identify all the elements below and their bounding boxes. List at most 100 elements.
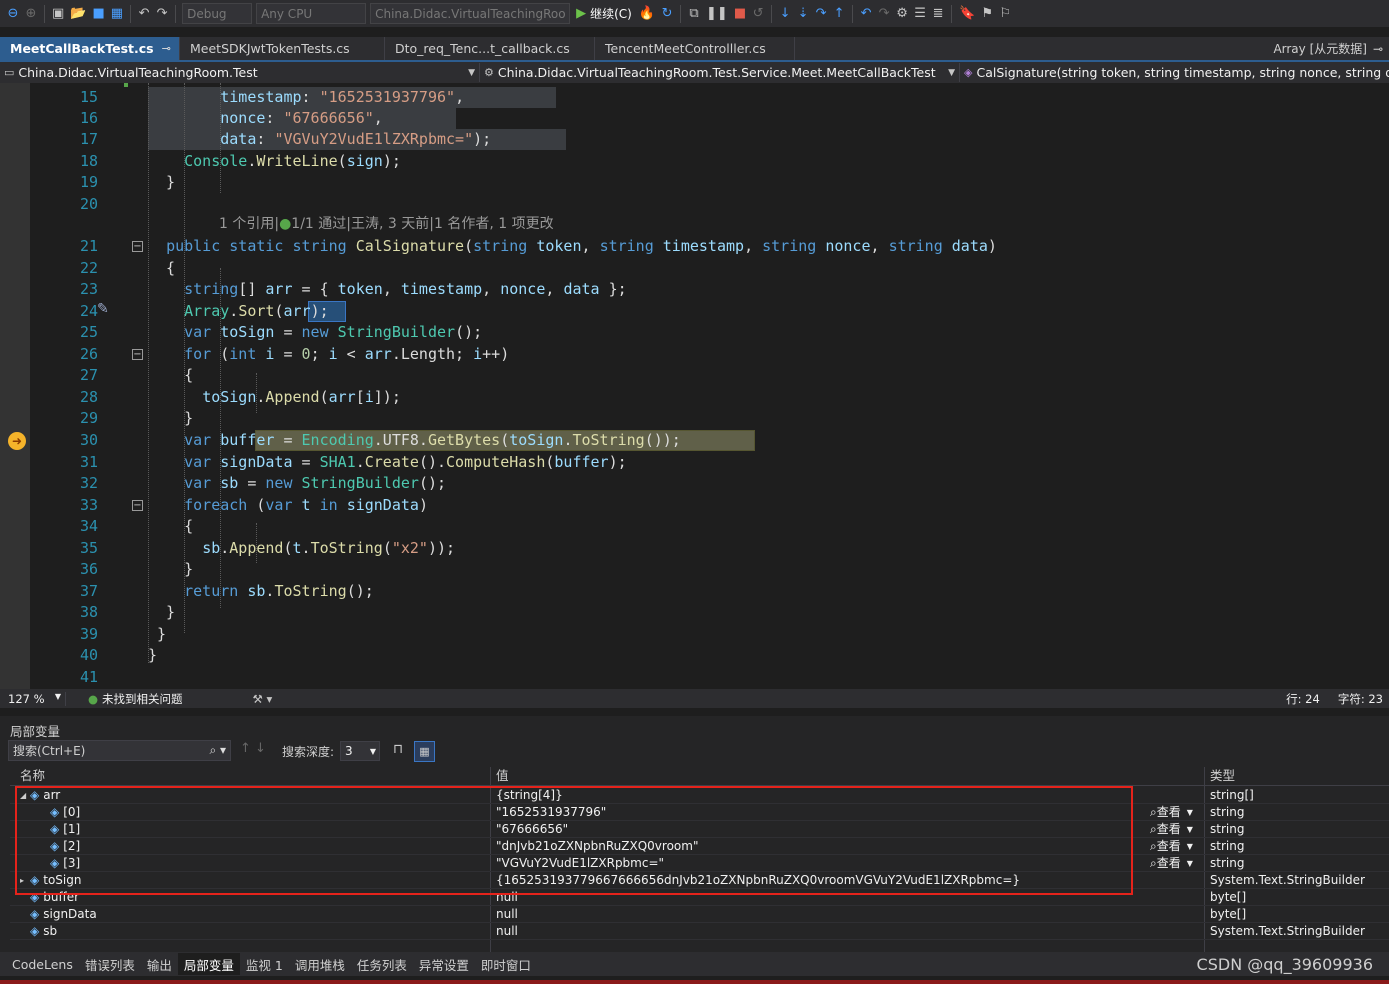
- view-button[interactable]: ⌕ 查看 ▼: [1150, 855, 1193, 872]
- hot-reload-icon[interactable]: 🔥: [636, 3, 658, 25]
- view-button[interactable]: ⌕ 查看 ▼: [1150, 838, 1193, 855]
- code-editor[interactable]: 15 timestamp: "1652531937796", 16 nonce:…: [0, 83, 1389, 689]
- tab-meetsdkjwttokentests[interactable]: MeetSDKJwtTokenTests.cs: [180, 37, 385, 60]
- code-line-40[interactable]: }: [148, 645, 157, 666]
- breakpoints-icon[interactable]: ⚙: [893, 3, 911, 25]
- codelens-references[interactable]: 1 个引用: [219, 216, 274, 232]
- code-line-34[interactable]: {: [148, 516, 193, 537]
- variable-value[interactable]: null: [496, 923, 518, 940]
- code-line-16[interactable]: nonce: "67666656",: [148, 108, 383, 129]
- tab-watch-1[interactable]: 监视 1: [240, 953, 289, 975]
- tab-immediate-window[interactable]: 即时窗口: [475, 953, 537, 975]
- startup-project-select[interactable]: China.Didac.VirtualTeachingRoo: [370, 3, 571, 24]
- column-header-value[interactable]: 值: [496, 767, 509, 785]
- pin-icon[interactable]: ⊸: [1373, 42, 1383, 56]
- code-line-31[interactable]: var signData = SHA1.Create().ComputeHash…: [148, 452, 627, 473]
- code-line-22[interactable]: {: [148, 258, 175, 279]
- step-into-icon[interactable]: ⇣: [794, 3, 812, 25]
- search-icon[interactable]: ⌕ ▾: [209, 743, 226, 758]
- back-icon[interactable]: ⊖: [4, 3, 22, 25]
- code-line-15[interactable]: timestamp: "1652531937796",: [148, 87, 464, 108]
- browser-link-icon[interactable]: ⧉: [685, 3, 703, 25]
- code-line-24[interactable]: Array.Sort(arr);: [148, 301, 329, 322]
- save-all-icon[interactable]: ▦: [108, 3, 126, 25]
- code-line-25[interactable]: var toSign = new StringBuilder();: [148, 322, 482, 343]
- new-item-icon[interactable]: ▣: [49, 3, 67, 25]
- code-line-39[interactable]: }: [148, 624, 166, 645]
- bookmark-icon[interactable]: 🔖: [956, 3, 978, 25]
- project-dropdown[interactable]: ▭ China.Didac.VirtualTeachingRoom.Test ▼: [0, 63, 480, 82]
- stop-icon[interactable]: ■: [731, 3, 749, 25]
- code-line-27[interactable]: {: [148, 365, 193, 386]
- locals-row[interactable]: ◈ sb null System.Text.StringBuilder: [10, 923, 1389, 940]
- code-line-38[interactable]: }: [148, 602, 175, 623]
- undo-icon[interactable]: ↶: [135, 3, 153, 25]
- issues-indicator[interactable]: ● 未找到相关问题: [88, 691, 183, 707]
- prev-bookmark-icon[interactable]: ⚑: [978, 3, 996, 25]
- hex-display-icon[interactable]: ▦: [414, 741, 435, 762]
- codelens-tests[interactable]: 1/1 通过: [291, 216, 346, 232]
- tab-call-stack[interactable]: 调用堆栈: [289, 953, 351, 975]
- metadata-tab[interactable]: Array [从元数据] ⊸: [1273, 37, 1383, 60]
- search-nav-arrows[interactable]: ↑ ↓: [240, 741, 266, 756]
- codelens-authors[interactable]: 王涛, 3 天前|1 名作者, 1 项更改: [351, 216, 554, 232]
- locals-search-input[interactable]: 搜索(Ctrl+E) ⌕ ▾: [8, 740, 231, 761]
- tab-codelens[interactable]: CodeLens: [6, 953, 79, 975]
- tab-dto-req[interactable]: Dto_req_Tenc...t_callback.cs: [385, 37, 595, 60]
- variable-value[interactable]: null: [496, 906, 518, 923]
- tab-locals[interactable]: 局部变量: [177, 953, 240, 975]
- code-line-21[interactable]: public static string CalSignature(string…: [148, 236, 997, 257]
- zoom-select[interactable]: 127 % ▼: [0, 691, 66, 706]
- pin-icon[interactable]: ⊸: [162, 42, 171, 55]
- save-icon[interactable]: ■: [89, 3, 107, 25]
- thread-icon[interactable]: ↷: [875, 3, 893, 25]
- column-header-name[interactable]: 名称: [20, 767, 45, 785]
- code-line-35[interactable]: sb.Append(t.ToString("x2"));: [148, 538, 455, 559]
- code-line-32[interactable]: var sb = new StringBuilder();: [148, 473, 446, 494]
- code-line-18[interactable]: Console.WriteLine(sign);: [148, 151, 401, 172]
- collapse-icon[interactable]: −: [132, 241, 143, 252]
- codelens[interactable]: 1 个引用|●1/1 通过|王涛, 3 天前|1 名作者, 1 项更改: [219, 214, 554, 235]
- code-line-28[interactable]: toSign.Append(arr[i]);: [148, 387, 401, 408]
- member-dropdown[interactable]: ◈ CalSignature(string token, string time…: [960, 63, 1389, 82]
- continue-button[interactable]: ▶ 继续(C): [572, 5, 636, 22]
- search-depth-select[interactable]: 3 ▼: [340, 741, 380, 761]
- solution-config-select[interactable]: Debug: [182, 3, 253, 24]
- code-line-33[interactable]: foreach (var t in signData): [148, 495, 428, 516]
- collapse-icon[interactable]: −: [132, 500, 143, 511]
- code-cleanup-icon[interactable]: ⚒ ▾: [253, 692, 273, 706]
- pause-icon[interactable]: ❚❚: [703, 3, 731, 25]
- locals-row[interactable]: ◈ signData null byte[]: [10, 906, 1389, 923]
- code-line-26[interactable]: for (int i = 0; i < arr.Length; i++): [148, 344, 509, 365]
- tab-task-list[interactable]: 任务列表: [351, 953, 413, 975]
- tab-output[interactable]: 输出: [141, 953, 178, 975]
- code-line-17[interactable]: data: "VGVuY2VudE1lZXRpbmc=");: [148, 129, 491, 150]
- redo-icon[interactable]: ↷: [153, 3, 171, 25]
- next-bookmark-icon[interactable]: ⚐: [996, 3, 1014, 25]
- restart-icon[interactable]: ↻: [658, 3, 676, 25]
- step-over-icon[interactable]: ↷: [812, 3, 830, 25]
- code-line-19[interactable]: }: [148, 172, 175, 193]
- tab-meetcallbacktest[interactable]: MeetCallBackTest.cs ⊸ ✕: [0, 37, 180, 60]
- uncomment-icon[interactable]: ≣: [929, 3, 947, 25]
- code-line-23[interactable]: string[] arr = { token, timestamp, nonce…: [148, 279, 627, 300]
- tab-exception-settings[interactable]: 异常设置: [413, 953, 475, 975]
- open-file-icon[interactable]: 📂: [67, 3, 89, 25]
- quick-action-icon[interactable]: ✎: [97, 301, 109, 317]
- pin-icon[interactable]: ⊓: [393, 742, 403, 757]
- show-next-statement-icon[interactable]: ↓: [776, 3, 794, 25]
- view-button[interactable]: ⌕ 查看 ▼: [1150, 804, 1193, 821]
- step-out-icon[interactable]: ↑: [830, 3, 848, 25]
- column-header-type[interactable]: 类型: [1210, 767, 1235, 785]
- tab-tencentmeetcontroller[interactable]: TencentMeetControlller.cs: [595, 37, 795, 60]
- tab-error-list[interactable]: 错误列表: [79, 953, 141, 975]
- forward-icon[interactable]: ⊕: [22, 3, 40, 25]
- code-line-36[interactable]: }: [148, 559, 193, 580]
- type-dropdown[interactable]: ⚙ China.Didac.VirtualTeachingRoom.Test.S…: [480, 63, 960, 82]
- restart-debug-icon[interactable]: ↺: [749, 3, 767, 25]
- code-line-37[interactable]: return sb.ToString();: [148, 581, 374, 602]
- platform-select[interactable]: Any CPU: [256, 3, 367, 24]
- view-button[interactable]: ⌕ 查看 ▼: [1150, 821, 1193, 838]
- code-line-30[interactable]: var buffer = Encoding.UTF8.GetBytes(toSi…: [148, 430, 681, 451]
- collapse-icon[interactable]: −: [132, 349, 143, 360]
